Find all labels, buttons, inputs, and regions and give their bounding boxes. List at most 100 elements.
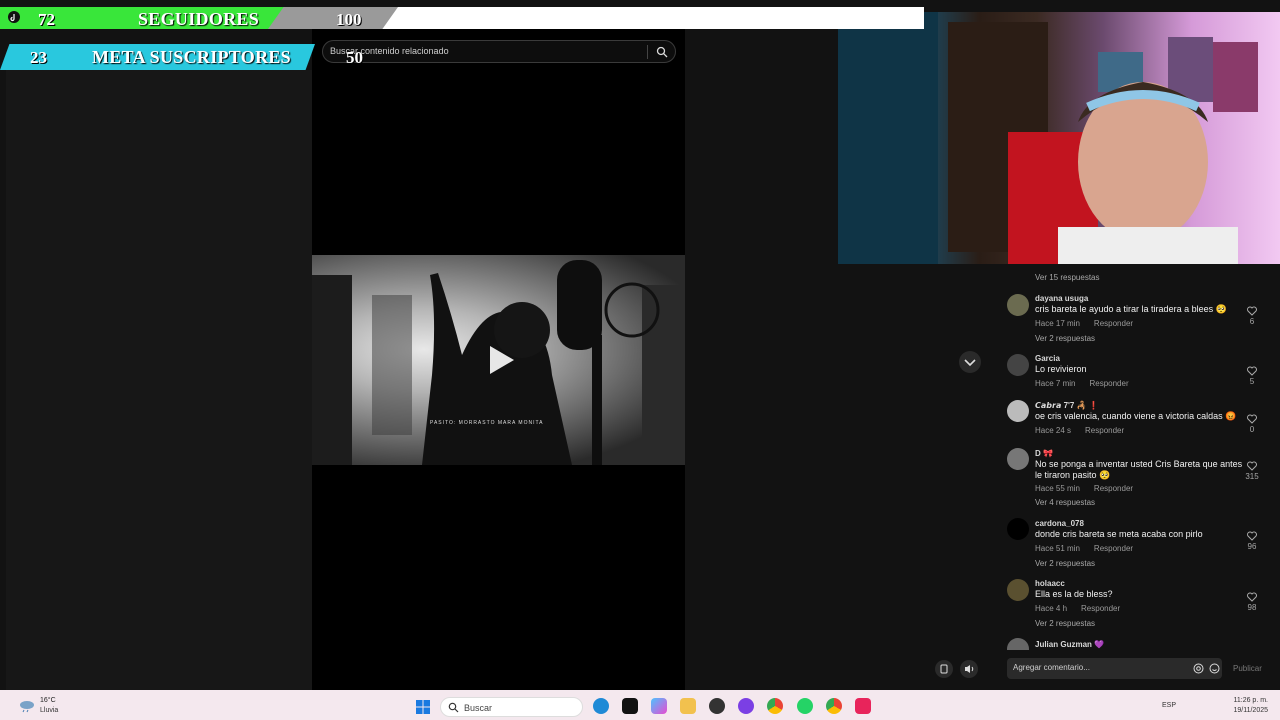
like-count: 96 — [1247, 542, 1257, 551]
comment-time: Hace 4 h — [1035, 604, 1068, 613]
comments-panel: Ver 15 respuestas dayana usuga cris bare… — [1000, 266, 1280, 650]
comment-placeholder: Agregar comentario... — [1013, 663, 1090, 672]
clip-icon — [940, 664, 948, 674]
chrome-profile-icon[interactable] — [826, 698, 842, 714]
taskbar — [0, 690, 1280, 720]
view-replies-link[interactable]: Ver 15 respuestas — [1035, 273, 1099, 282]
reply-button[interactable]: Responder — [1094, 484, 1133, 493]
file-explorer-icon[interactable] — [680, 698, 696, 714]
comment-meta: Hace 17 min Responder — [1035, 319, 1133, 328]
clip-button[interactable] — [935, 660, 953, 678]
comment-time: Hace 51 min — [1035, 544, 1080, 553]
avatar[interactable] — [1007, 638, 1029, 650]
comment-user[interactable]: 𝘾𝙖𝙗𝙧𝙖 7'7 🦂 ❗ — [1035, 401, 1099, 410]
followers-label: SEGUIDORES — [138, 9, 260, 29]
tiktok-icon — [8, 11, 20, 23]
heart-icon[interactable] — [1247, 531, 1257, 541]
scroll-down-button[interactable] — [959, 351, 981, 373]
obs-icon[interactable] — [709, 698, 725, 714]
tiktok-studio-icon[interactable] — [855, 698, 871, 714]
comment-user[interactable]: holaacc — [1035, 579, 1065, 588]
view-replies-link[interactable]: Ver 2 respuestas — [1035, 619, 1095, 628]
taskbar-search[interactable]: Buscar — [440, 697, 583, 717]
video-caption: PASITO: MORRASTO MARA MONITA — [430, 420, 544, 426]
comment-user[interactable]: Garcia — [1035, 354, 1060, 363]
clock-time[interactable]: 11:26 p. m. — [1226, 697, 1268, 704]
avatar[interactable] — [1007, 448, 1029, 470]
whatsapp-icon[interactable] — [797, 698, 813, 714]
like-count: 98 — [1247, 603, 1257, 612]
chevron-down-icon — [964, 359, 976, 367]
reply-button[interactable]: Responder — [1085, 426, 1124, 435]
avatar[interactable] — [1007, 354, 1029, 376]
heart-icon[interactable] — [1247, 414, 1257, 424]
comment-time: Hace 17 min — [1035, 319, 1080, 328]
search-icon[interactable] — [656, 46, 668, 58]
reply-button[interactable]: Responder — [1089, 379, 1128, 388]
language-indicator[interactable]: ESP — [1162, 702, 1176, 709]
comment-text: oe cris valencia, cuando viene a victori… — [1035, 411, 1237, 421]
publish-button[interactable]: Publicar — [1233, 664, 1262, 673]
weather-icon[interactable] — [18, 699, 36, 713]
app-icon[interactable] — [738, 698, 754, 714]
reply-button[interactable]: Responder — [1094, 319, 1133, 328]
comment-text: donde cris bareta se meta acaba con pirl… — [1035, 529, 1203, 539]
like-count: 315 — [1245, 472, 1259, 481]
comment-meta: Hace 24 s Responder — [1035, 426, 1124, 435]
subscribers-goal: 50 — [346, 48, 363, 67]
comment-user[interactable]: dayana usuga — [1035, 294, 1088, 303]
comment-user[interactable]: Julian Guzman 💜 — [1035, 640, 1104, 649]
subscribers-count: 23 — [30, 48, 47, 67]
followers-goal-bar — [268, 7, 398, 29]
comment-time: Hace 7 min — [1035, 379, 1076, 388]
comment-text: cris bareta le ayudo a tirar la tiradera… — [1035, 304, 1227, 314]
reply-button[interactable]: Responder — [1081, 604, 1120, 613]
avatar[interactable] — [1007, 400, 1029, 422]
view-replies-link[interactable]: Ver 2 respuestas — [1035, 559, 1095, 568]
comment-input[interactable]: Agregar comentario... — [1007, 658, 1222, 679]
comment-user[interactable]: D 🎀 — [1035, 449, 1053, 458]
heart-icon[interactable] — [1247, 461, 1257, 471]
like-count: 0 — [1249, 425, 1255, 434]
comment-time: Hace 24 s — [1035, 426, 1072, 435]
comment-time: Hace 55 min — [1035, 484, 1080, 493]
heart-icon[interactable] — [1247, 366, 1257, 376]
volume-icon — [965, 665, 974, 673]
webcam-image — [838, 12, 1258, 264]
comment-meta: Hace 7 min Responder — [1035, 379, 1129, 388]
followers-count: 72 — [38, 10, 55, 29]
weather-temp: 16°C — [40, 697, 56, 704]
comment-user[interactable]: cardona_078 — [1035, 519, 1084, 528]
avatar[interactable] — [1007, 579, 1029, 601]
clock-date[interactable]: 19/11/2025 — [1226, 707, 1268, 714]
edge-icon[interactable] — [593, 698, 609, 714]
webcam-feed — [838, 12, 1280, 264]
search-icon — [448, 702, 459, 713]
related-search-input[interactable]: Buscar contenido relacionado — [322, 40, 676, 63]
windows-start-icon[interactable] — [415, 699, 431, 715]
copilot-icon[interactable] — [651, 698, 667, 714]
comment-meta: Hace 4 h Responder — [1035, 604, 1120, 613]
play-icon[interactable] — [486, 344, 516, 376]
emoji-icon[interactable] — [1209, 663, 1220, 674]
avatar[interactable] — [1007, 294, 1029, 316]
weather-condition: Lluvia — [40, 707, 59, 714]
left-panel — [6, 70, 312, 690]
comment-text: Ella es la de bless? — [1035, 589, 1113, 599]
heart-icon[interactable] — [1247, 592, 1257, 602]
chrome-icon[interactable] — [767, 698, 783, 714]
mention-icon[interactable] — [1193, 663, 1204, 674]
tiktok-app-icon[interactable] — [622, 698, 638, 714]
comment-meta: Hace 51 min Responder — [1035, 544, 1133, 553]
volume-button[interactable] — [960, 660, 978, 678]
comment-text: No se ponga a inventar usted Cris Bareta… — [1035, 459, 1243, 480]
avatar[interactable] — [1007, 518, 1029, 540]
view-replies-link[interactable]: Ver 4 respuestas — [1035, 498, 1095, 507]
reply-button[interactable]: Responder — [1094, 544, 1133, 553]
view-replies-link[interactable]: Ver 2 respuestas — [1035, 334, 1095, 343]
heart-icon[interactable] — [1247, 306, 1257, 316]
taskbar-search-text: Buscar — [464, 703, 493, 713]
search-divider — [647, 45, 648, 59]
followers-goal: 100 — [336, 10, 362, 29]
like-count: 5 — [1249, 377, 1255, 386]
